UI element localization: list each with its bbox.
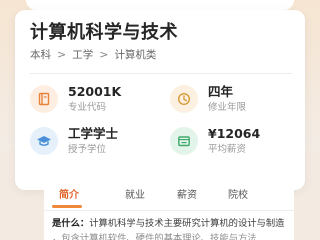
- duration-value: 四年: [208, 84, 234, 99]
- detail-tabs: 简介 就业 薪资 院校: [44, 186, 294, 206]
- major-title: 计算机科学与技术: [30, 22, 178, 43]
- description-line-1: 计算机科学与技术主要研究计算机的设计与制造: [89, 218, 285, 229]
- graduation-cap-icon: [30, 127, 58, 155]
- breadcrumb-separator-icon: >: [57, 48, 67, 61]
- major-code-value: 52001K: [68, 84, 122, 99]
- salary-value: ¥12064: [208, 126, 261, 141]
- breadcrumb-separator-icon: >: [99, 48, 109, 61]
- degree-value: 工学学士: [68, 126, 119, 141]
- book-icon: [30, 85, 58, 113]
- major-description: 是什么：计算机科学与技术主要研究计算机的设计与制造 ，包含计算机软件、硬件的基本…: [52, 216, 292, 240]
- duration-label: 修业年限: [208, 102, 247, 113]
- breadcrumb-discipline[interactable]: 工学: [72, 47, 93, 62]
- description-line-2: ，包含计算机软件、硬件的基本理论、技能与方法: [52, 233, 257, 240]
- degree-label: 授予学位: [68, 144, 107, 155]
- major-info-card: 计算机科学与技术 本科 > 工学 > 计算机类 52001K 专业代码 四年 修…: [15, 10, 305, 190]
- major-code-label: 专业代码: [68, 102, 107, 113]
- active-tab-indicator: [52, 205, 82, 208]
- stat-salary: ¥12064 平均薪资: [170, 126, 260, 156]
- breadcrumb-level[interactable]: 本科: [30, 47, 51, 62]
- tabs-divider: [44, 210, 294, 211]
- wallet-icon: [170, 127, 198, 155]
- clock-icon: [170, 85, 198, 113]
- stat-major-code: 52001K 专业代码: [30, 84, 121, 114]
- description-lead: 是什么：: [52, 218, 90, 229]
- tab-intro[interactable]: 简介: [59, 186, 79, 201]
- breadcrumb: 本科 > 工学 > 计算机类: [30, 47, 156, 62]
- card-divider: [30, 73, 292, 74]
- breadcrumb-category[interactable]: 计算机类: [114, 47, 156, 62]
- tab-employment[interactable]: 就业: [125, 186, 145, 201]
- tab-colleges[interactable]: 院校: [228, 186, 248, 201]
- salary-label: 平均薪资: [208, 144, 247, 155]
- top-sheet-edge: [26, 0, 294, 10]
- stat-degree: 工学学士 授予学位: [30, 126, 118, 156]
- tab-salary[interactable]: 薪资: [177, 186, 197, 201]
- stat-duration: 四年 修业年限: [170, 84, 246, 114]
